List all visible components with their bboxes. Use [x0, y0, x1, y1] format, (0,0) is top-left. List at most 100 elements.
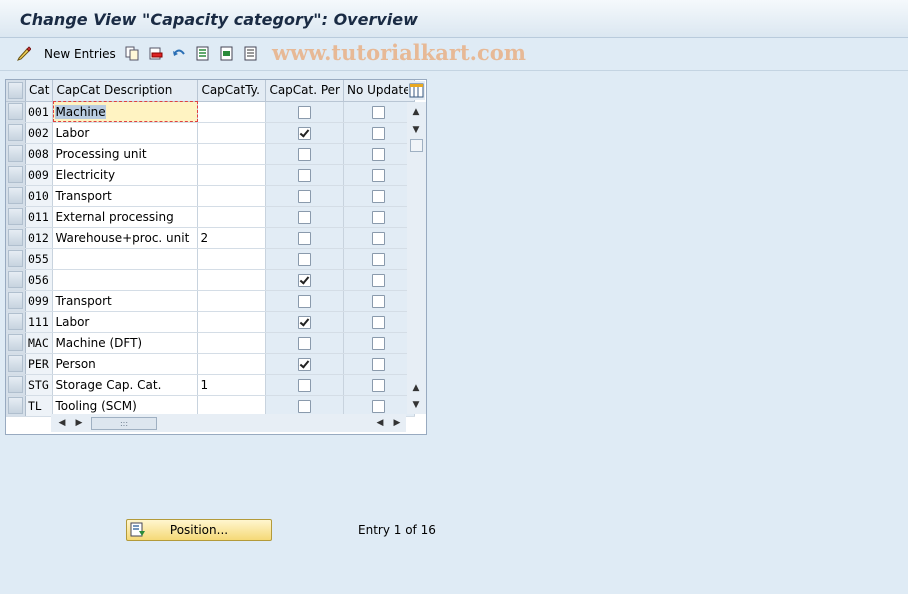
no-update-checkbox[interactable]: [372, 357, 386, 371]
cat-per-checkbox[interactable]: [298, 189, 312, 203]
select-all-icon[interactable]: [196, 46, 210, 61]
cell-description[interactable]: Storage Cap. Cat.: [52, 374, 199, 396]
position-button[interactable]: Position...: [126, 519, 272, 541]
no-update-checkbox[interactable]: [372, 105, 386, 119]
row-selector[interactable]: [6, 164, 26, 186]
table-settings-icon[interactable]: [408, 81, 425, 100]
cat-per-checkbox[interactable]: [298, 315, 312, 329]
row-selector[interactable]: [6, 332, 26, 354]
page-down-icon[interactable]: ▼: [410, 399, 422, 411]
deselect-all-icon[interactable]: [244, 46, 258, 61]
undo-icon[interactable]: [172, 46, 186, 61]
no-update-checkbox[interactable]: [372, 210, 386, 224]
cat-per-checkbox[interactable]: [298, 273, 312, 287]
scroll-left-icon[interactable]: ◀: [56, 416, 68, 430]
no-update-checkbox[interactable]: [372, 378, 386, 392]
new-entries-button[interactable]: New Entries: [44, 47, 116, 61]
cat-per-checkbox[interactable]: [298, 252, 312, 266]
cat-per-checkbox[interactable]: [298, 168, 312, 182]
delete-icon[interactable]: [149, 46, 163, 61]
cat-per-checkbox[interactable]: [298, 126, 312, 140]
no-update-checkbox[interactable]: [372, 126, 386, 140]
cell-cat-type[interactable]: [197, 164, 267, 186]
cell-description[interactable]: Labor: [52, 122, 199, 144]
cell-cat-type[interactable]: [197, 353, 267, 375]
scroll-up-icon[interactable]: ▲: [410, 106, 422, 118]
cat-per-checkbox[interactable]: [298, 105, 312, 119]
no-update-checkbox[interactable]: [372, 315, 386, 329]
page-up-icon[interactable]: ▲: [410, 382, 422, 394]
page-left-icon[interactable]: ◀: [374, 416, 386, 430]
no-update-checkbox[interactable]: [372, 273, 386, 287]
cell-cat-type[interactable]: 2: [197, 227, 267, 249]
column-header-no-update[interactable]: No Update: [343, 80, 415, 102]
cell-description[interactable]: [52, 248, 199, 270]
cell-description[interactable]: Person: [52, 353, 199, 375]
row-selector[interactable]: [6, 122, 26, 144]
no-update-checkbox[interactable]: [372, 252, 386, 266]
row-selector[interactable]: [6, 290, 26, 312]
no-update-checkbox[interactable]: [372, 189, 386, 203]
row-selector[interactable]: [6, 227, 26, 249]
row-selector[interactable]: [6, 269, 26, 291]
column-header-description[interactable]: CapCat Description: [52, 80, 199, 102]
cell-cat-type[interactable]: [197, 206, 267, 228]
no-update-checkbox[interactable]: [372, 399, 386, 413]
cell-description[interactable]: Tooling (SCM): [52, 395, 199, 417]
cat-per-checkbox[interactable]: [298, 336, 312, 350]
cell-description[interactable]: Machine: [52, 101, 199, 123]
row-selector[interactable]: [6, 311, 26, 333]
cell-cat-type[interactable]: [197, 311, 267, 333]
no-update-checkbox[interactable]: [372, 168, 386, 182]
cell-description[interactable]: Machine (DFT): [52, 332, 199, 354]
no-update-checkbox[interactable]: [372, 231, 386, 245]
page-right-icon[interactable]: ▶: [391, 416, 403, 430]
row-selector[interactable]: [6, 374, 26, 396]
cell-cat-type[interactable]: 1: [197, 374, 267, 396]
horizontal-scrollbar[interactable]: ◀ ▶ ::: ◀ ▶: [51, 414, 406, 432]
vertical-scrollbar[interactable]: ▲ ▼ ▲ ▼: [407, 102, 426, 414]
column-header-cat-per[interactable]: CapCat. Per: [265, 80, 344, 102]
cell-description[interactable]: Warehouse+proc. unit: [52, 227, 199, 249]
row-selector[interactable]: [6, 353, 26, 375]
cell-cat-type[interactable]: [197, 290, 267, 312]
cell-description[interactable]: External processing: [52, 206, 199, 228]
row-selector[interactable]: [6, 206, 26, 228]
no-update-checkbox[interactable]: [372, 294, 386, 308]
column-header-cat-type[interactable]: CapCatTy.: [197, 80, 267, 102]
cell-cat-type[interactable]: [197, 185, 267, 207]
vertical-scroll-thumb[interactable]: [410, 139, 423, 152]
cat-per-checkbox[interactable]: [298, 378, 312, 392]
scroll-down-icon[interactable]: ▼: [410, 124, 422, 136]
no-update-checkbox[interactable]: [372, 336, 386, 350]
copy-icon[interactable]: [125, 46, 139, 61]
cell-cat-type[interactable]: [197, 101, 267, 123]
cell-description[interactable]: Processing unit: [52, 143, 199, 165]
scroll-right-icon[interactable]: ▶: [73, 416, 85, 430]
row-selector[interactable]: [6, 395, 26, 417]
no-update-checkbox[interactable]: [372, 147, 386, 161]
cell-cat-type[interactable]: [197, 143, 267, 165]
edit-pencil-icon[interactable]: [17, 46, 31, 61]
cat-per-checkbox[interactable]: [298, 357, 312, 371]
row-selector[interactable]: [6, 248, 26, 270]
cell-description[interactable]: Transport: [52, 185, 199, 207]
cell-cat-type[interactable]: [197, 269, 267, 291]
cell-description[interactable]: [52, 269, 199, 291]
select-block-icon[interactable]: [220, 46, 234, 61]
column-header-cat[interactable]: Cat: [25, 80, 54, 102]
cat-per-checkbox[interactable]: [298, 210, 312, 224]
cell-cat-type[interactable]: [197, 248, 267, 270]
row-selector[interactable]: [6, 185, 26, 207]
cell-description[interactable]: Transport: [52, 290, 199, 312]
cell-cat-type[interactable]: [197, 332, 267, 354]
cell-description[interactable]: Electricity: [52, 164, 199, 186]
cat-per-checkbox[interactable]: [298, 147, 312, 161]
cell-cat-type[interactable]: [197, 122, 267, 144]
cat-per-checkbox[interactable]: [298, 399, 312, 413]
cat-per-checkbox[interactable]: [298, 231, 312, 245]
row-selector[interactable]: [6, 143, 26, 165]
row-selector[interactable]: [6, 101, 26, 123]
cell-description[interactable]: Labor: [52, 311, 199, 333]
select-all-header[interactable]: [6, 80, 26, 102]
